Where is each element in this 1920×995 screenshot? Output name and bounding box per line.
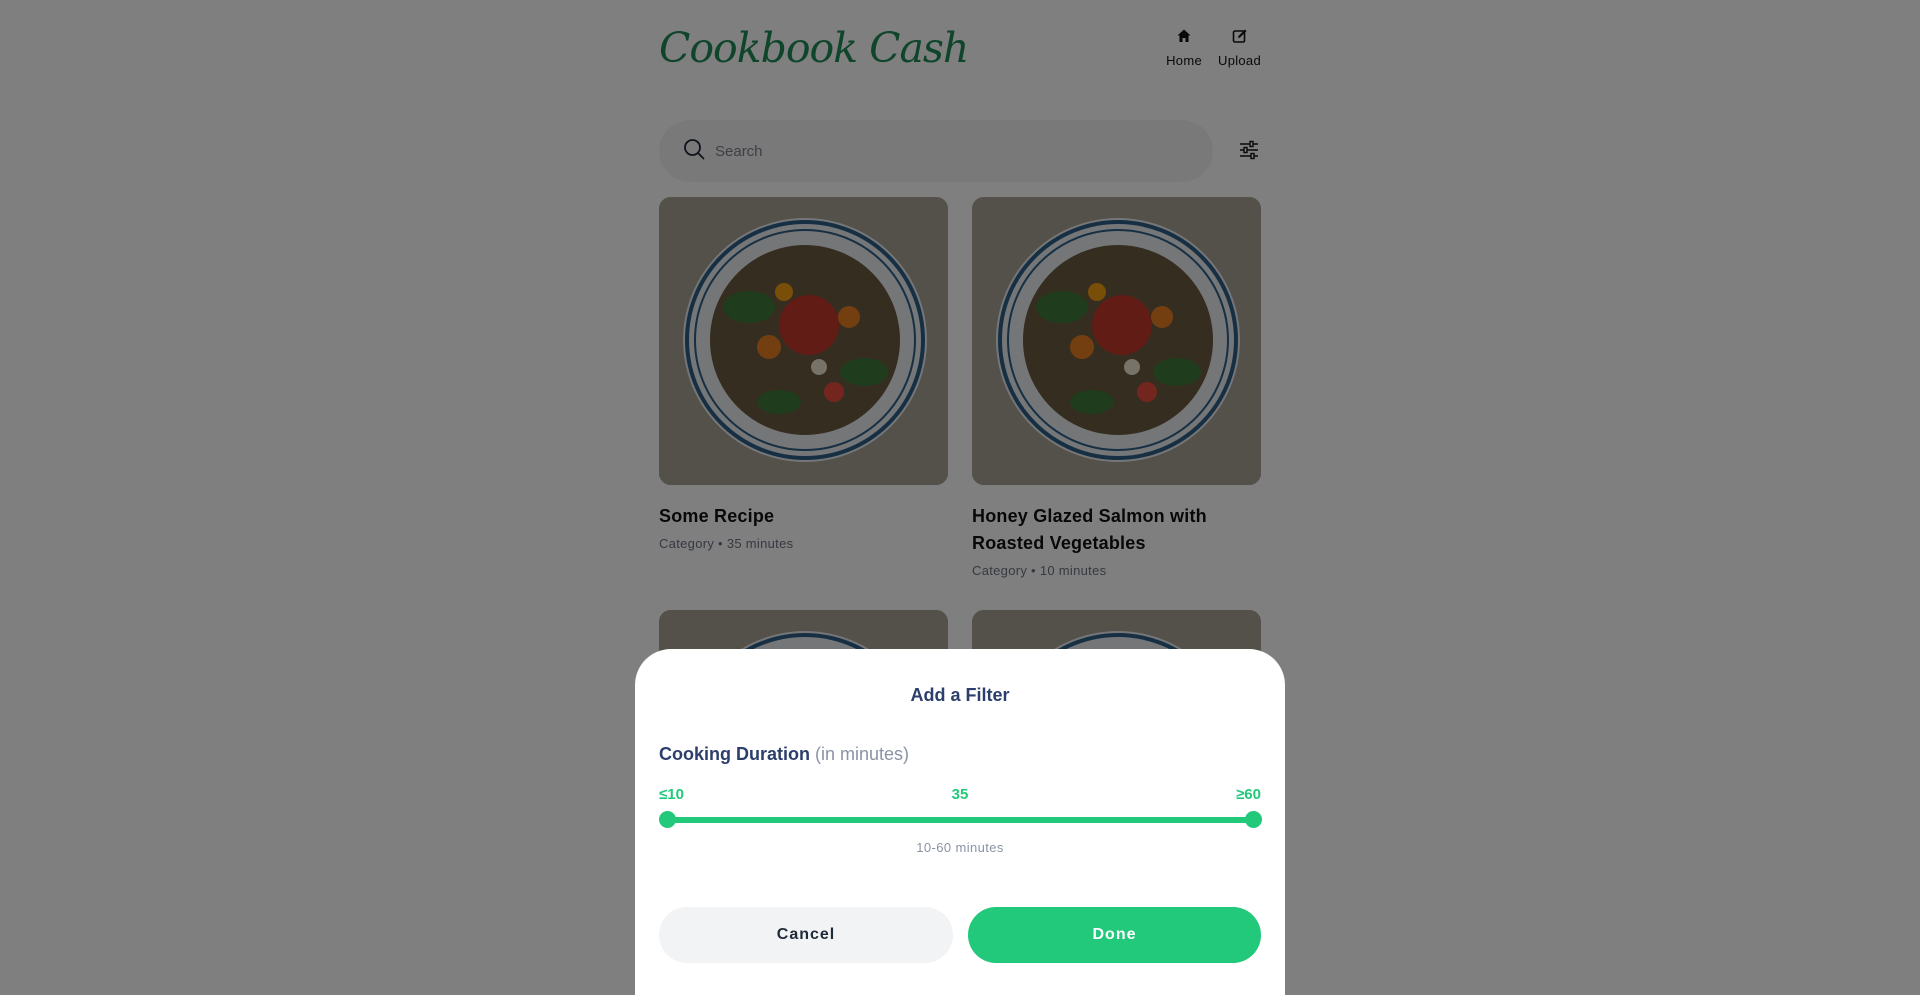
range-caption: 10-60 minutes [916,840,1004,855]
done-button[interactable]: Done [968,907,1261,963]
range-mid-label: 35 [951,786,969,803]
cancel-button[interactable]: Cancel [659,907,953,963]
duration-slider-track[interactable] [667,817,1253,823]
duration-slider-max-handle[interactable] [1245,811,1262,828]
filter-modal: Add a Filter Cooking Duration (in minute… [635,649,1285,995]
filter-section-label: Cooking Duration (in minutes) [659,744,909,765]
duration-slider-min-handle[interactable] [659,811,676,828]
filter-section-title: Cooking Duration [659,744,810,764]
filter-section-unit: (in minutes) [815,744,910,764]
modal-title: Add a Filter [910,685,1010,705]
range-max-label: ≥60 [1236,786,1261,803]
range-labels: ≤10 35 ≥60 [659,786,1261,806]
